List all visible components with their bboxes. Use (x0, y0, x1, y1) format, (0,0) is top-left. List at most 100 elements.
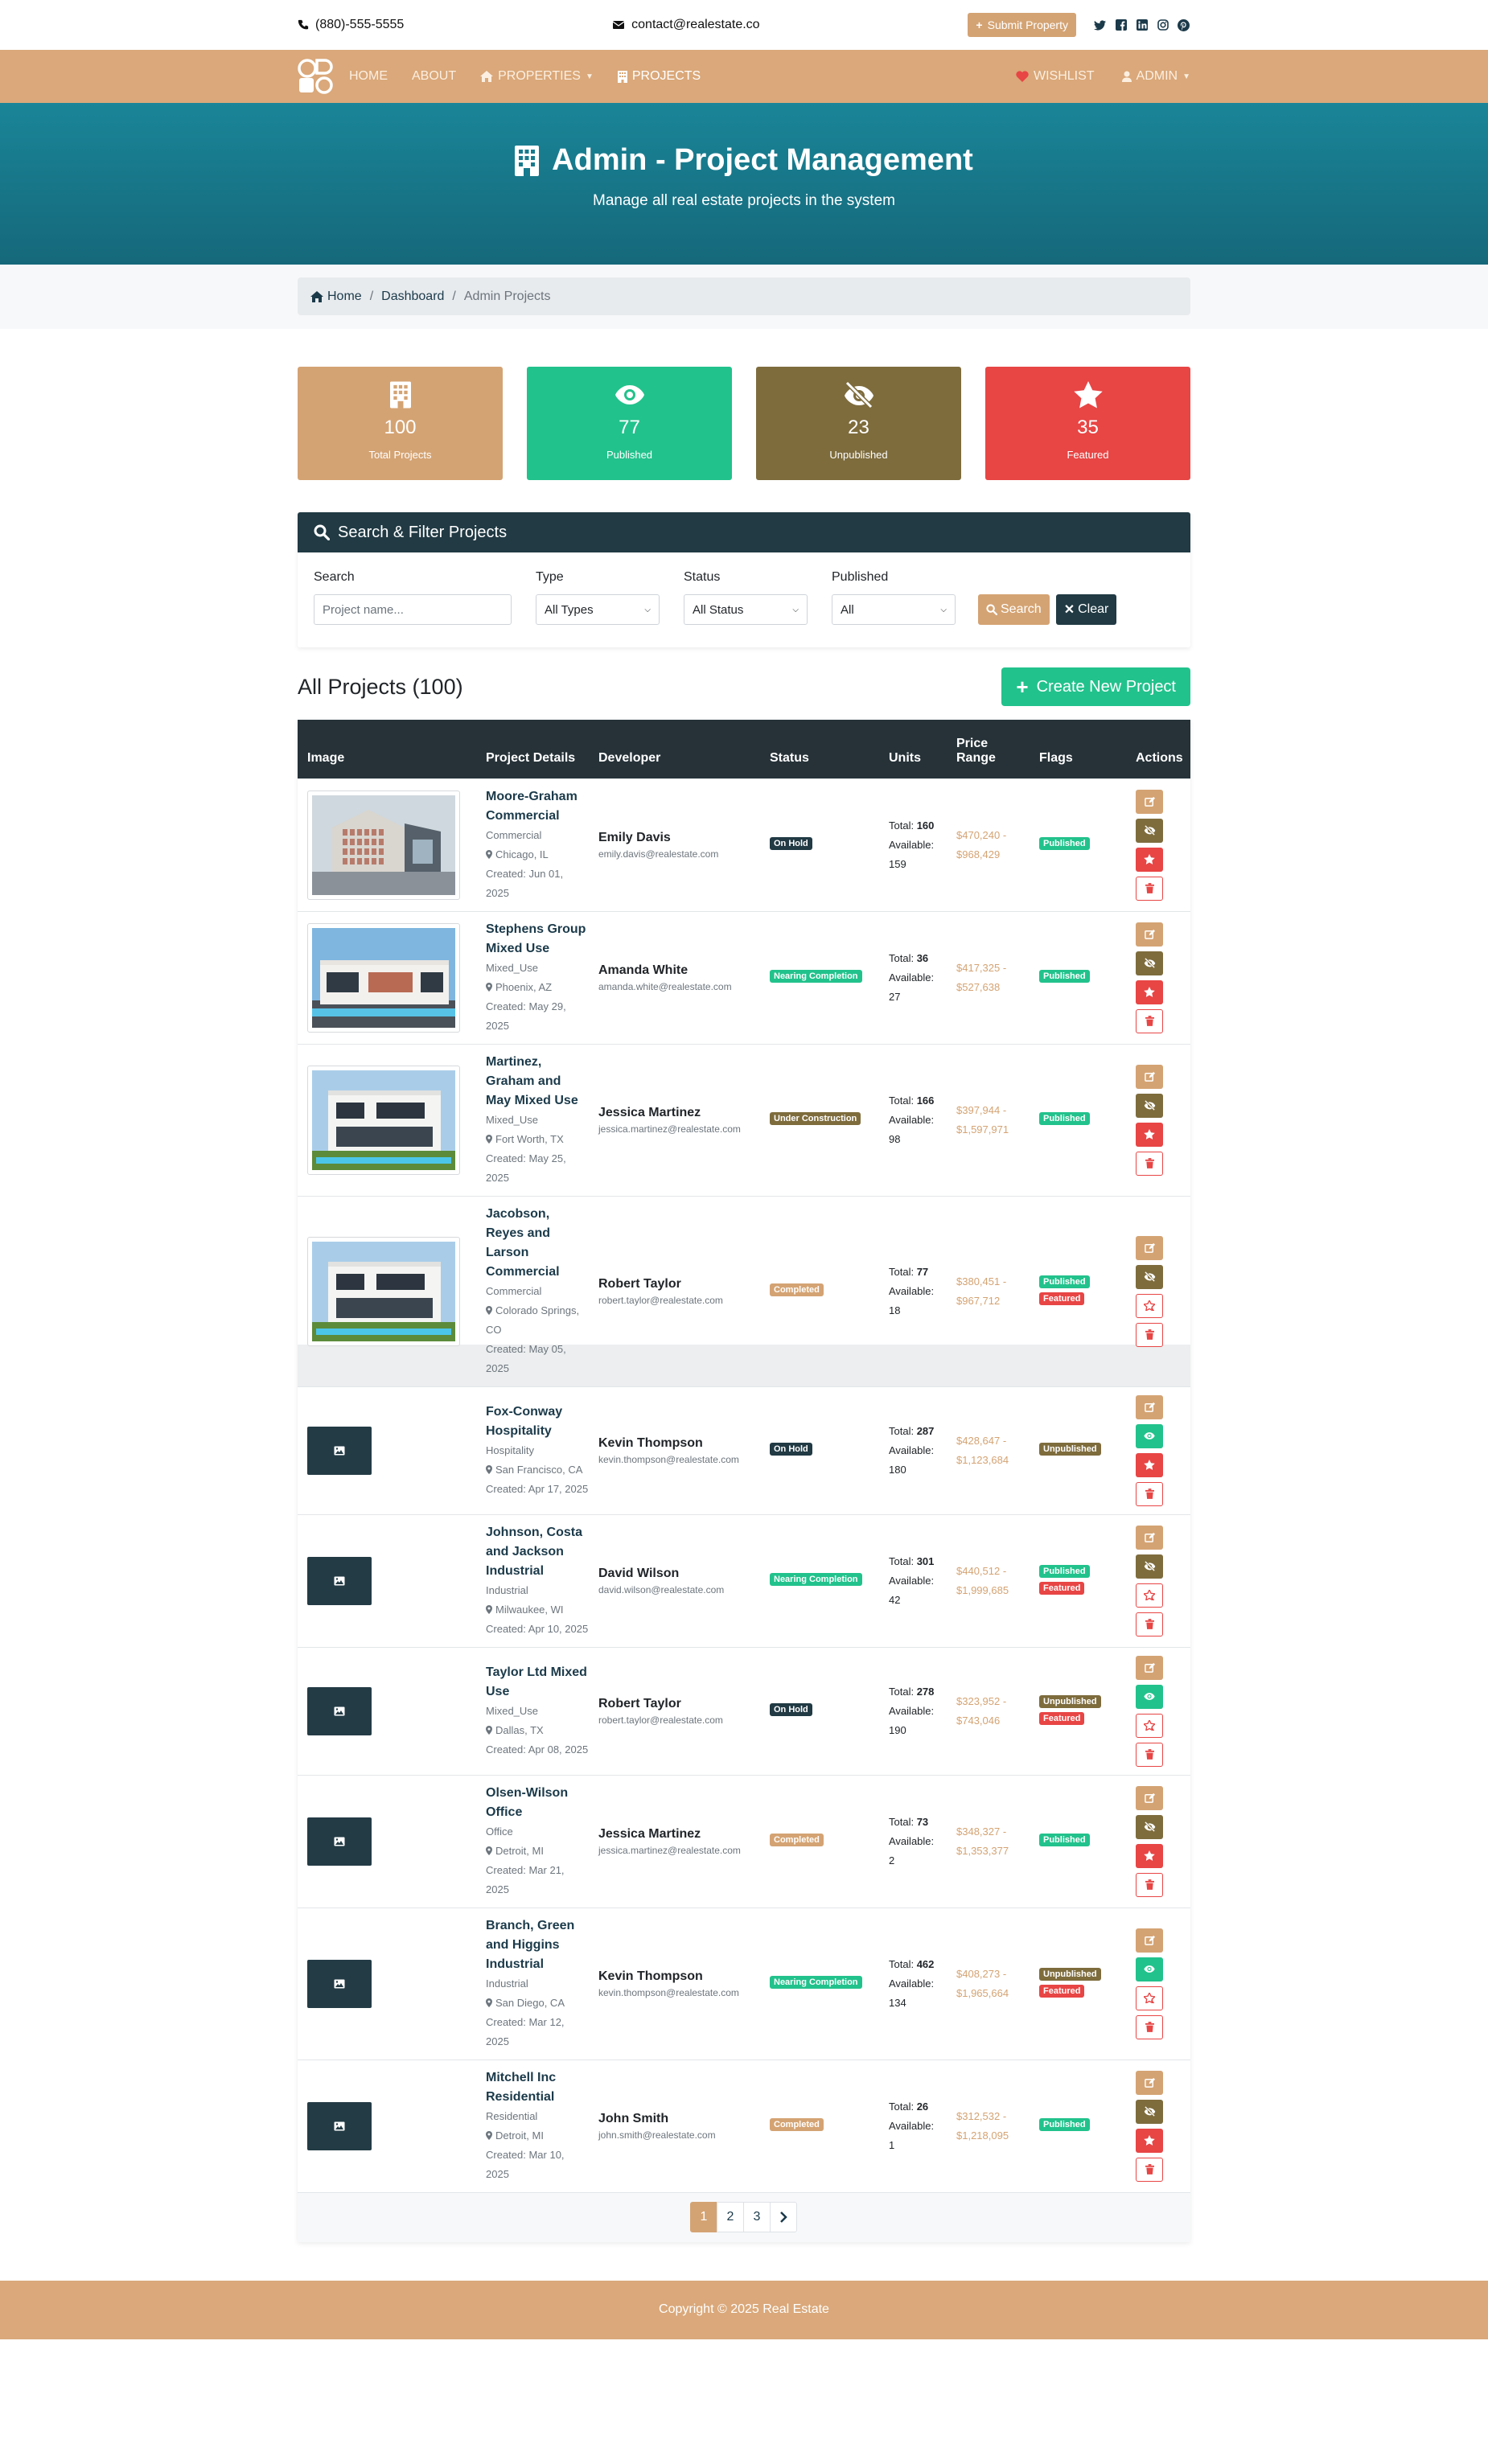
delete-button[interactable] (1136, 1612, 1163, 1637)
units-available-value: 159 (889, 857, 906, 870)
publish-button[interactable] (1136, 1684, 1163, 1709)
publish-button[interactable] (1136, 1957, 1163, 1981)
units-available-label: Available: (889, 838, 935, 851)
plus-icon: + (976, 18, 983, 31)
delete-button[interactable] (1136, 2157, 1163, 2182)
project-name[interactable]: Johnson, Costa and Jackson Industrial (486, 1523, 589, 1581)
unpublish-button[interactable] (1136, 2099, 1163, 2124)
publish-button[interactable] (1136, 1423, 1163, 1448)
col-status: Status (760, 720, 879, 778)
delete-button[interactable] (1136, 2014, 1163, 2039)
email-contact[interactable]: contact@realestate.co (612, 18, 760, 32)
project-photo[interactable] (307, 1065, 460, 1175)
create-project-button[interactable]: + Create New Project (1001, 667, 1190, 706)
nav-about[interactable]: ABOUT (412, 69, 456, 84)
project-created: Created: Apr 10, 2025 (486, 1622, 589, 1635)
search-input[interactable]: Project name... (314, 594, 512, 625)
nav-home[interactable]: HOME (349, 69, 388, 84)
units-cell: Total: 73 Available: 2 (879, 1774, 947, 1908)
edit-button[interactable] (1136, 922, 1163, 947)
unfeature-button[interactable] (1136, 1293, 1163, 1318)
unpublish-button[interactable] (1136, 818, 1163, 843)
delete-button[interactable] (1136, 1872, 1163, 1897)
unfeature-button[interactable] (1136, 1583, 1163, 1608)
unpublish-button[interactable] (1136, 1554, 1163, 1579)
delete-button[interactable] (1136, 1742, 1163, 1767)
feature-button[interactable] (1136, 979, 1163, 1004)
project-name[interactable]: Fox-Conway Hospitality (486, 1402, 589, 1441)
delete-button[interactable] (1136, 876, 1163, 901)
published-select[interactable]: All ⌵ (832, 594, 956, 625)
unpublish-button[interactable] (1136, 1814, 1163, 1839)
price-max: $1,999,685 (956, 1583, 1009, 1596)
project-name[interactable]: Stephens Group Mixed Use (486, 920, 589, 959)
project-photo[interactable] (307, 922, 460, 1033)
units-total-value: 287 (916, 1424, 935, 1437)
nav-projects[interactable]: PROJECTS (617, 69, 701, 84)
status-select[interactable]: All Status ⌵ (684, 594, 808, 625)
feature-button[interactable] (1136, 2128, 1163, 2153)
price-cell: $312,532 - $1,218,095 (947, 2059, 1030, 2192)
unpublish-button[interactable] (1136, 1264, 1163, 1289)
project-photo[interactable] (307, 1236, 460, 1346)
unpublish-button[interactable] (1136, 1093, 1163, 1118)
unfeature-button[interactable] (1136, 1986, 1163, 2010)
nav-wishlist[interactable]: WISHLIST (1016, 69, 1095, 84)
project-name[interactable]: Mitchell Inc Residential (486, 2068, 589, 2107)
edit-button[interactable] (1136, 1064, 1163, 1089)
project-location: Dallas, TX (486, 1721, 589, 1740)
breadcrumb-home[interactable]: Home (327, 290, 362, 304)
brand-logo[interactable] (298, 59, 333, 94)
feature-button[interactable] (1136, 847, 1163, 872)
type-select[interactable]: All Types ⌵ (536, 594, 660, 625)
project-name[interactable]: Olsen-Wilson Office (486, 1784, 589, 1822)
submit-property-button[interactable]: + Submit Property (968, 13, 1076, 37)
search-button[interactable]: Search (978, 594, 1050, 625)
instagram-icon[interactable] (1157, 18, 1169, 31)
project-name[interactable]: Taylor Ltd Mixed Use (486, 1663, 589, 1702)
page-1[interactable]: 1 (690, 2202, 717, 2232)
edit-button[interactable] (1136, 1785, 1163, 1810)
edit-button[interactable] (1136, 2070, 1163, 2095)
delete-button[interactable] (1136, 1481, 1163, 1506)
facebook-icon[interactable] (1115, 18, 1128, 31)
price-min: $470,240 - (956, 828, 1007, 841)
project-name[interactable]: Branch, Green and Higgins Industrial (486, 1916, 589, 1974)
pinterest-icon[interactable] (1178, 18, 1190, 31)
phone-contact[interactable]: (880)-555-5555 (298, 18, 404, 32)
project-photo[interactable] (307, 790, 460, 900)
filter-card: Search & Filter Projects Search Project … (298, 512, 1190, 647)
project-name[interactable]: Jacobson, Reyes and Larson Commercial (486, 1205, 589, 1282)
linkedin-icon[interactable] (1136, 18, 1149, 31)
unfeature-button[interactable] (1136, 1713, 1163, 1738)
page-2[interactable]: 2 (717, 2202, 744, 2232)
nav-admin[interactable]: ADMIN ▼ (1121, 69, 1190, 84)
unpublish-button[interactable] (1136, 951, 1163, 975)
page-3[interactable]: 3 (743, 2202, 771, 2232)
feature-button[interactable] (1136, 1122, 1163, 1147)
edit-button[interactable] (1136, 1655, 1163, 1680)
breadcrumb-dashboard[interactable]: Dashboard (381, 290, 444, 304)
edit-button[interactable] (1136, 1928, 1163, 1953)
units-total-label: Total: (889, 1685, 915, 1698)
caret-down-icon: ▼ (585, 72, 594, 81)
feature-button[interactable] (1136, 1452, 1163, 1477)
twitter-icon[interactable] (1094, 18, 1107, 31)
email-address: contact@realestate.co (631, 18, 760, 31)
feature-button[interactable] (1136, 1843, 1163, 1868)
clear-button[interactable]: ✕ Clear (1055, 594, 1117, 625)
edit-button[interactable] (1136, 1235, 1163, 1260)
edit-icon (1144, 1402, 1155, 1412)
type-select-value: All Types (545, 602, 594, 617)
delete-button[interactable] (1136, 1151, 1163, 1176)
next-page[interactable] (770, 2202, 797, 2232)
edit-button[interactable] (1136, 789, 1163, 814)
edit-button[interactable] (1136, 1525, 1163, 1550)
delete-button[interactable] (1136, 1322, 1163, 1347)
edit-button[interactable] (1136, 1394, 1163, 1419)
delete-button[interactable] (1136, 1008, 1163, 1033)
project-name[interactable]: Martinez, Graham and May Mixed Use (486, 1053, 589, 1111)
nav-properties[interactable]: PROPERTIES ▼ (480, 69, 594, 84)
project-name[interactable]: Moore-Graham Commercial (486, 787, 589, 826)
price-max: $743,046 (956, 1714, 1001, 1727)
